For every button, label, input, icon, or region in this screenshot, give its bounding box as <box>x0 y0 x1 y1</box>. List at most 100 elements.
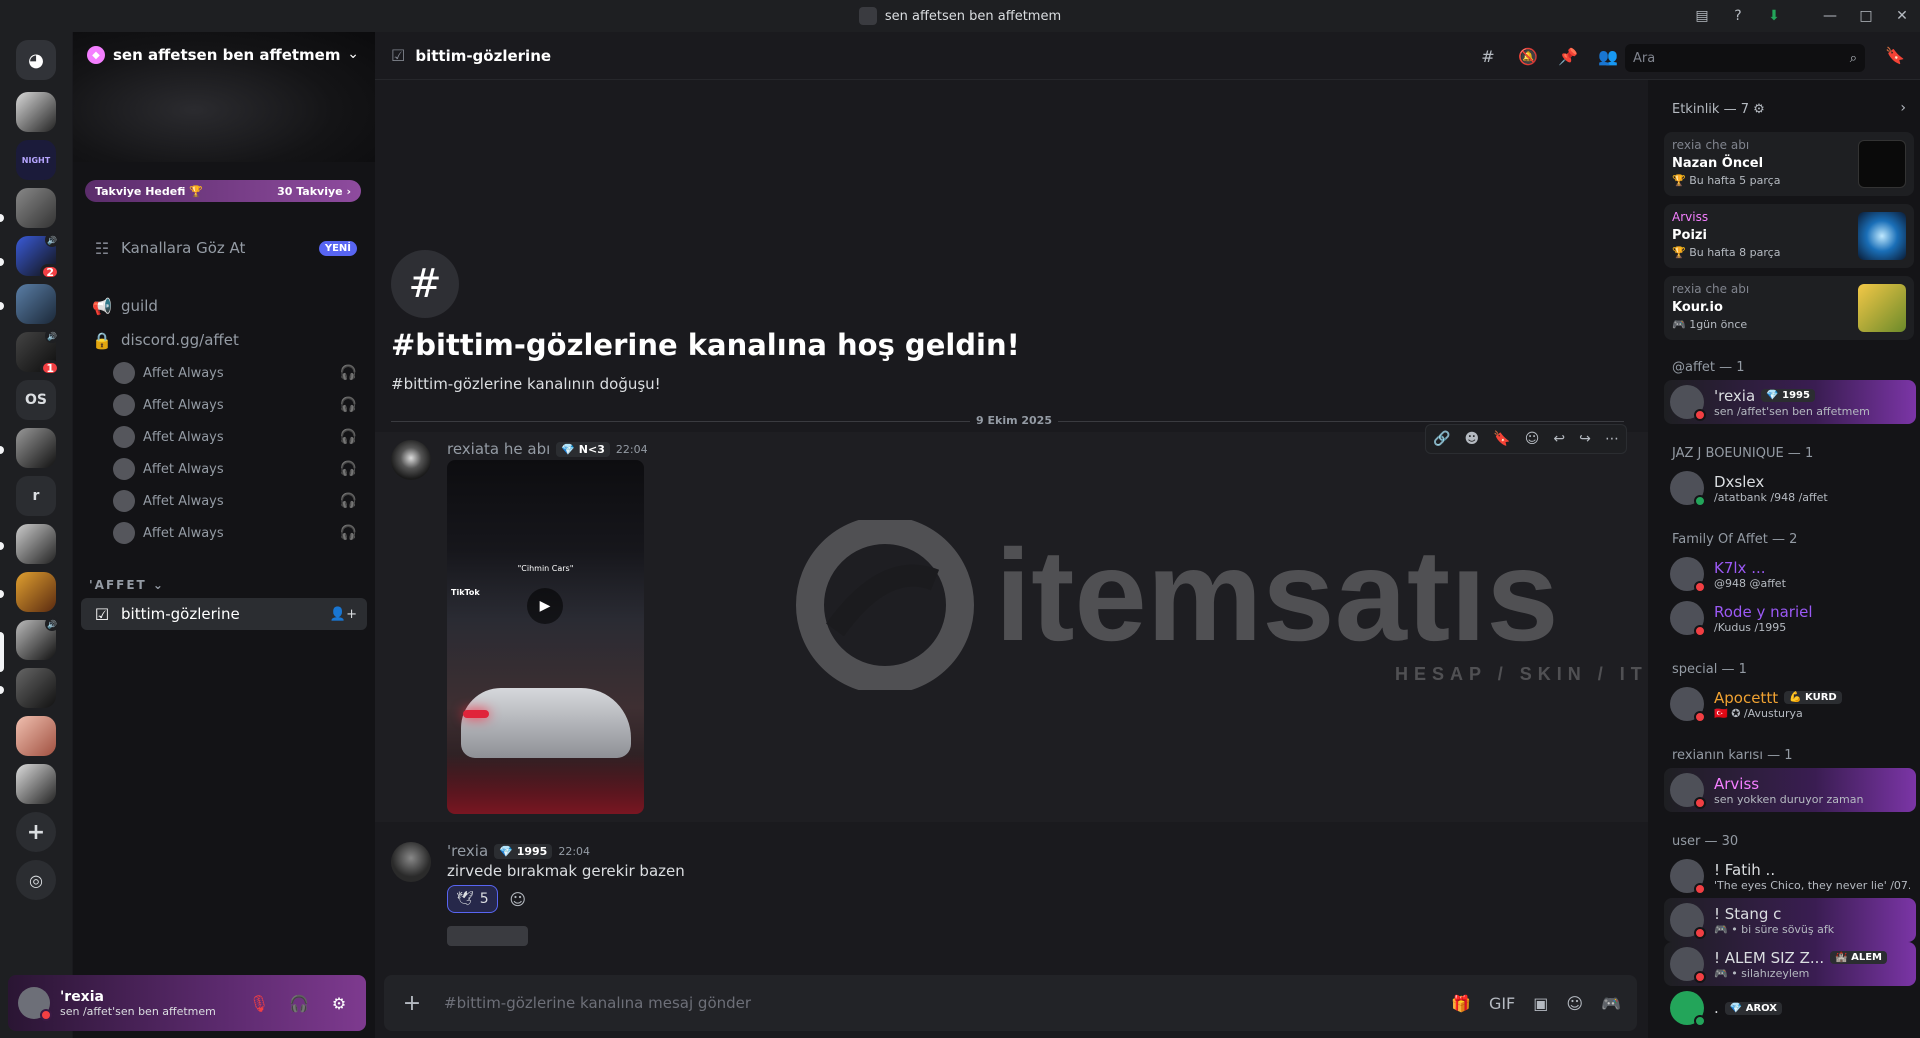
close-icon[interactable]: ✕ <box>1884 0 1920 32</box>
download-icon[interactable]: ⬇ <box>1756 0 1792 32</box>
member-item[interactable]: Apocettt 💪 KURD 🇹🇷 ✪ /Avusturya <box>1664 682 1916 726</box>
server-os[interactable]: OS <box>16 380 56 420</box>
avatar <box>1670 385 1706 421</box>
rules-channel-icon: ☑ <box>391 46 406 65</box>
discord-home-icon[interactable]: ◕ <box>16 40 56 80</box>
forward-icon[interactable]: ↪ <box>1579 431 1591 447</box>
voice-user[interactable]: Affet Always 🎧 <box>113 422 367 452</box>
deafen-icon: 🎧 <box>339 493 357 509</box>
super-reaction-icon[interactable]: ☻ <box>1465 431 1480 447</box>
add-reaction-icon[interactable]: ☺ <box>1525 431 1540 447</box>
minimize-icon[interactable]: — <box>1812 0 1848 32</box>
server-5[interactable] <box>16 284 56 324</box>
avatar <box>1670 903 1706 939</box>
emoji-icon[interactable]: ☺ <box>1566 994 1583 1013</box>
play-icon[interactable]: ▶ <box>527 588 563 624</box>
mic-muted-icon[interactable]: 🎙 <box>242 987 276 1019</box>
plus-icon[interactable]: + <box>400 991 424 1016</box>
boost-goal-bar[interactable]: Takviye Hedefi 🏆 30 Takviye › <box>85 180 361 202</box>
voice-user[interactable]: Affet Always 🎧 <box>113 486 367 516</box>
server-3[interactable] <box>16 188 56 228</box>
gear-icon[interactable]: ⚙ <box>322 987 356 1019</box>
member-item[interactable]: Rode y nariel/Kudus /1995 <box>1664 596 1916 640</box>
channel-bittim-gozlerine[interactable]: ☑ bittim-gözlerine 👤+ <box>81 598 367 630</box>
member-item[interactable]: 'rexia 💎 1995 sen /affet'sen ben affetmem <box>1664 380 1916 424</box>
channel-guild[interactable]: 📢 guild <box>81 290 367 322</box>
server-13[interactable] <box>16 668 56 708</box>
voice-user[interactable]: Affet Always 🎧 <box>113 390 367 420</box>
server-6[interactable]: 🔊 1 <box>16 329 60 376</box>
avatar <box>113 458 135 480</box>
more-icon[interactable]: ⋯ <box>1605 431 1619 447</box>
message-input[interactable]: #bittim-gözlerine kanalına mesaj gönder <box>444 994 751 1012</box>
server-avatar-small <box>858 7 877 25</box>
member-item[interactable]: Arviss sen yokken duruyor zaman <box>1664 768 1916 812</box>
mention-badge: 1 <box>40 360 60 376</box>
voice-user[interactable]: Affet Always 🎧 <box>113 358 367 388</box>
loading-placeholder <box>447 926 528 946</box>
mute-notifications-icon[interactable]: 🔕 <box>1516 47 1540 66</box>
add-reaction-icon[interactable]: ☺ <box>504 885 532 913</box>
activity-card[interactable]: rexia che abı Nazan Öncel 🏆 Bu hafta 5 p… <box>1664 132 1914 196</box>
author-name[interactable]: rexiata he abı <box>447 440 550 458</box>
avatar[interactable] <box>391 842 431 882</box>
gif-icon[interactable]: GIF <box>1489 994 1515 1013</box>
server-8[interactable] <box>16 428 56 468</box>
unread-pill <box>0 214 4 222</box>
avatar[interactable] <box>391 440 431 480</box>
maximize-icon[interactable]: □ <box>1848 0 1884 32</box>
server-11[interactable] <box>16 572 56 612</box>
add-server-icon[interactable]: + <box>16 812 56 852</box>
unread-pill <box>0 258 4 266</box>
help-icon[interactable]: ? <box>1720 0 1756 32</box>
reply-icon[interactable]: ↩ <box>1553 431 1565 447</box>
sticker-icon[interactable]: ▣ <box>1533 994 1548 1013</box>
members-icon[interactable]: 👥 <box>1596 47 1620 66</box>
bookmark-icon[interactable]: 🔖 <box>1493 431 1510 447</box>
link-icon[interactable]: 🔗 <box>1433 431 1450 447</box>
message-text: zirvede bırakmak gerekir bazen <box>447 862 685 880</box>
browse-channels[interactable]: ☷ Kanallara Göz At YENİ <box>81 232 367 264</box>
video-embed[interactable]: "Cihmin Cars" TikTok ▶ <box>447 460 644 814</box>
gift-icon[interactable]: 🎁 <box>1451 994 1471 1013</box>
member-item[interactable]: . 💎 AROX <box>1664 986 1916 1030</box>
reaction[interactable]: 🕊 5 <box>447 885 498 913</box>
server-12[interactable]: 🔊 <box>16 617 59 660</box>
unread-pill <box>0 446 4 454</box>
search-input[interactable]: Ara ⌕ <box>1625 44 1865 72</box>
member-item[interactable]: ! Fatih .. 'The eyes Chico, they never li… <box>1664 854 1916 898</box>
avatar[interactable] <box>18 987 52 1021</box>
server-10[interactable] <box>16 524 56 564</box>
server-15[interactable] <box>16 764 56 804</box>
activities-icon[interactable]: 🎮 <box>1601 994 1621 1013</box>
server-night[interactable]: NIGHT <box>16 140 56 180</box>
pin-icon[interactable]: 📌 <box>1556 47 1580 66</box>
timestamp: 22:04 <box>615 442 648 456</box>
chevron-right-icon[interactable]: › <box>1900 100 1906 116</box>
discover-icon[interactable]: ◎ <box>16 860 56 900</box>
bookmark-icon[interactable]: 🔖 <box>1885 46 1905 65</box>
server-header[interactable]: ◆ sen affetsen ben affetmem <box>87 46 340 64</box>
member-item[interactable]: K7lx ... @948 @affet <box>1664 552 1916 596</box>
activity-card[interactable]: Arviss Poizi 🏆 Bu hafta 8 parça <box>1664 204 1914 268</box>
inbox-icon[interactable]: ▤ <box>1684 0 1720 32</box>
member-item[interactable]: ! ALEM SIZ Z... 🏰 ALEM 🎮 • silahızeylem <box>1664 942 1916 986</box>
member-item[interactable]: ! Stang c 🎮 • bi süre sövüş afk <box>1664 898 1916 942</box>
activity-card[interactable]: rexia che abı Kour.io 🎮 1gün önce <box>1664 276 1914 340</box>
server-1[interactable] <box>16 92 56 132</box>
member-item[interactable]: Dxslex/atatbank /948 /affet <box>1664 466 1916 510</box>
threads-icon[interactable]: # <box>1476 47 1500 66</box>
category-affet[interactable]: 'AFFET ⌄ <box>89 578 165 592</box>
voice-user[interactable]: Affet Always 🎧 <box>113 454 367 484</box>
chevron-down-icon[interactable]: ⌄ <box>347 46 359 62</box>
voice-user[interactable]: Affet Always 🎧 <box>113 518 367 548</box>
message-composer[interactable]: + #bittim-gözlerine kanalına mesaj gönde… <box>384 975 1637 1031</box>
activity-user: rexia che abı <box>1672 282 1750 296</box>
headphones-muted-icon[interactable]: 🎧 <box>282 987 316 1019</box>
server-r[interactable]: r <box>16 476 56 516</box>
server-14[interactable] <box>16 716 56 756</box>
voice-channel-affet[interactable]: 🔒 discord.gg/affet <box>81 324 367 356</box>
server-4[interactable]: 🔊 2 <box>16 233 60 280</box>
invite-icon[interactable]: 👤+ <box>330 607 357 622</box>
author-name[interactable]: 'rexia <box>447 842 488 860</box>
